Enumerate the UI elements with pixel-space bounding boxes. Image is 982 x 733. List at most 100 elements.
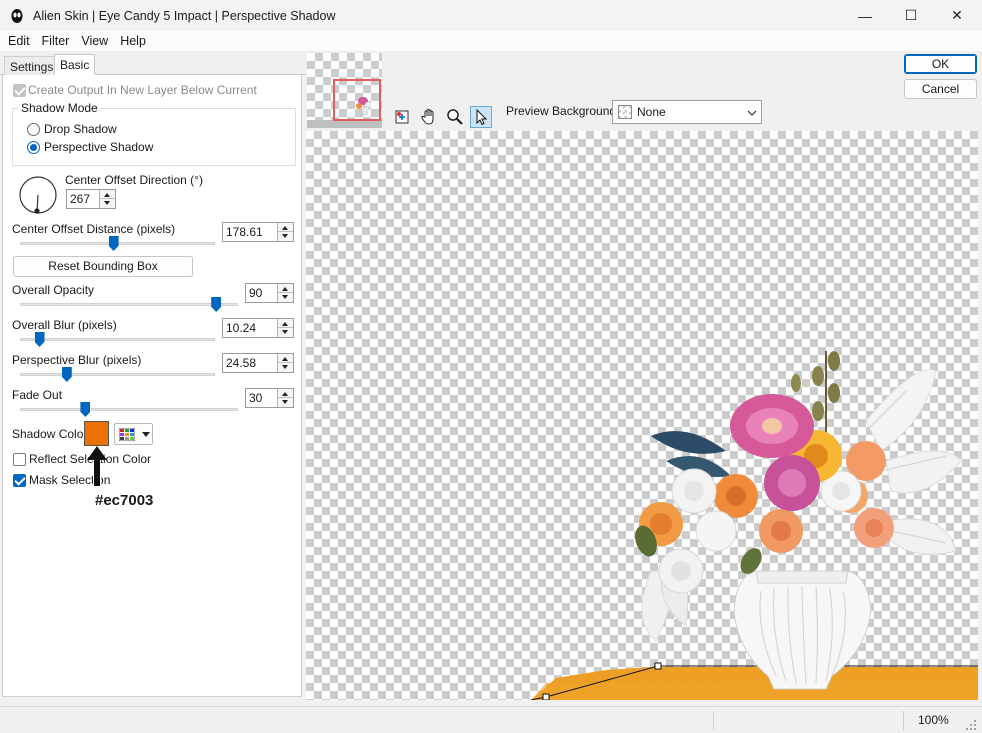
shadow-mode-title: Shadow Mode (18, 101, 101, 115)
reflect-selection-color-checkbox[interactable] (13, 453, 26, 466)
navigate-preview-icon (395, 110, 409, 124)
spin-down-button[interactable] (100, 199, 115, 208)
minimize-icon: — (858, 7, 872, 24)
fade-out-slider-thumb[interactable] (80, 402, 91, 417)
status-bar: 100% (0, 706, 982, 733)
shadow-color-label: Shadow Color (12, 427, 88, 441)
navigator-view-rect[interactable] (333, 79, 381, 121)
none-swatch-icon (618, 105, 632, 119)
chevron-down-icon (142, 432, 150, 437)
perspective-shadow-label: Perspective Shadow (44, 140, 154, 154)
menu-filter[interactable]: Filter (34, 34, 74, 48)
minimize-button[interactable]: — (842, 0, 888, 31)
overall-blur-value: 10.24 (226, 321, 257, 335)
menu-edit[interactable]: Edit (0, 34, 34, 48)
spinner-buttons (277, 284, 293, 302)
preview-canvas[interactable] (306, 131, 978, 700)
perspective-blur-value: 24.58 (226, 356, 257, 370)
overall-blur-label: Overall Blur (pixels) (12, 318, 117, 332)
close-button[interactable]: ✕ (934, 0, 980, 31)
menu-bar: Edit Filter View Help (0, 31, 982, 51)
cancel-button[interactable]: Cancel (904, 79, 977, 99)
ok-button[interactable]: OK (904, 54, 977, 74)
basic-tab-content: Create Output In New Layer Below Current… (2, 75, 302, 697)
menu-view[interactable]: View (73, 34, 112, 48)
mask-selection-checkbox[interactable] (13, 474, 26, 487)
perspective-blur-spinner[interactable]: 24.58 (222, 353, 294, 373)
preview-background-dropdown[interactable]: None (612, 100, 762, 124)
hand-icon (421, 108, 434, 125)
center-offset-distance-label: Center Offset Distance (pixels) (12, 222, 176, 236)
navigator-scroll (307, 120, 382, 128)
reset-bounding-box-button[interactable]: Reset Bounding Box (13, 256, 193, 277)
pointer-icon (476, 108, 488, 126)
spin-up-button[interactable] (278, 284, 293, 293)
overall-blur-spinner[interactable]: 10.24 (222, 318, 294, 338)
spin-up-button[interactable] (278, 223, 293, 232)
shadow-mode-group (12, 108, 296, 166)
center-offset-distance-value: 178.61 (226, 225, 263, 239)
create-output-checkbox[interactable] (13, 84, 26, 97)
spinner-buttons (277, 389, 293, 407)
spin-up-button[interactable] (278, 319, 293, 328)
chevron-down-icon (747, 110, 757, 116)
maximize-button[interactable]: ☐ (888, 0, 934, 31)
overall-opacity-value: 90 (249, 286, 263, 300)
palette-grid-icon (119, 428, 135, 441)
tab-basic[interactable]: Basic (54, 54, 96, 75)
resize-grip-icon[interactable] (965, 719, 977, 731)
spin-down-button[interactable] (278, 363, 293, 372)
drop-shadow-label: Drop Shadow (44, 122, 117, 136)
pointer-tool[interactable] (470, 106, 492, 128)
spinner-buttons (99, 190, 115, 208)
center-offset-direction-spinner[interactable]: 267 (66, 189, 116, 209)
tab-strip: Settings Basic (0, 51, 306, 75)
zoom-level: 100% (918, 713, 949, 727)
perspective-blur-track[interactable] (20, 373, 215, 376)
overall-opacity-spinner[interactable]: 90 (245, 283, 294, 303)
spin-down-button[interactable] (278, 232, 293, 241)
overall-opacity-track[interactable] (20, 303, 238, 306)
color-palette-button[interactable] (114, 423, 153, 445)
window-title: Alien Skin | Eye Candy 5 Impact | Perspe… (33, 8, 336, 23)
preview-navigator[interactable] (307, 53, 382, 128)
title-bar: Alien Skin | Eye Candy 5 Impact | Perspe… (0, 0, 982, 31)
tab-settings[interactable]: Settings (4, 56, 60, 75)
preview-area: Preview Background: None OK Cancel (306, 51, 982, 706)
close-icon: ✕ (951, 7, 963, 23)
spinner-buttons (277, 354, 293, 372)
fade-out-spinner[interactable]: 30 (245, 388, 294, 408)
annotation-color-hex: #ec7003 (93, 492, 156, 509)
perspective-shadow-radio[interactable] (27, 141, 40, 154)
spin-down-button[interactable] (278, 398, 293, 407)
maximize-icon: ☐ (904, 7, 918, 23)
drop-shadow-radio[interactable] (27, 123, 40, 136)
overall-blur-track[interactable] (20, 338, 215, 341)
menu-help[interactable]: Help (112, 34, 150, 48)
center-offset-distance-spinner[interactable]: 178.61 (222, 222, 294, 242)
spin-down-button[interactable] (278, 328, 293, 337)
navigate-preview-tool[interactable] (391, 106, 413, 128)
direction-dial[interactable] (17, 174, 59, 216)
fade-out-track[interactable] (20, 408, 238, 411)
zoom-icon (447, 109, 463, 125)
center-offset-distance-slider-thumb[interactable] (108, 236, 119, 251)
fade-out-label: Fade Out (12, 388, 63, 402)
preview-background-value: None (637, 105, 666, 119)
overall-blur-slider-thumb[interactable] (34, 332, 45, 347)
spin-down-button[interactable] (278, 293, 293, 302)
preview-background-label: Preview Background: (506, 104, 620, 118)
settings-panel: Settings Basic Create Output In New Laye… (0, 51, 306, 706)
overall-opacity-slider-thumb[interactable] (211, 297, 222, 312)
shadow-color-swatch[interactable] (84, 421, 109, 446)
spin-up-button[interactable] (100, 190, 115, 199)
perspective-blur-slider-thumb[interactable] (61, 367, 72, 382)
perspective-blur-label: Perspective Blur (pixels) (12, 353, 142, 367)
spin-up-button[interactable] (278, 389, 293, 398)
center-offset-direction-label: Center Offset Direction (°) (65, 173, 203, 187)
zoom-tool[interactable] (444, 106, 466, 128)
center-offset-direction-value: 267 (70, 192, 91, 206)
create-output-label: Create Output In New Layer Below Current (28, 83, 257, 97)
spin-up-button[interactable] (278, 354, 293, 363)
hand-tool[interactable] (418, 106, 440, 128)
